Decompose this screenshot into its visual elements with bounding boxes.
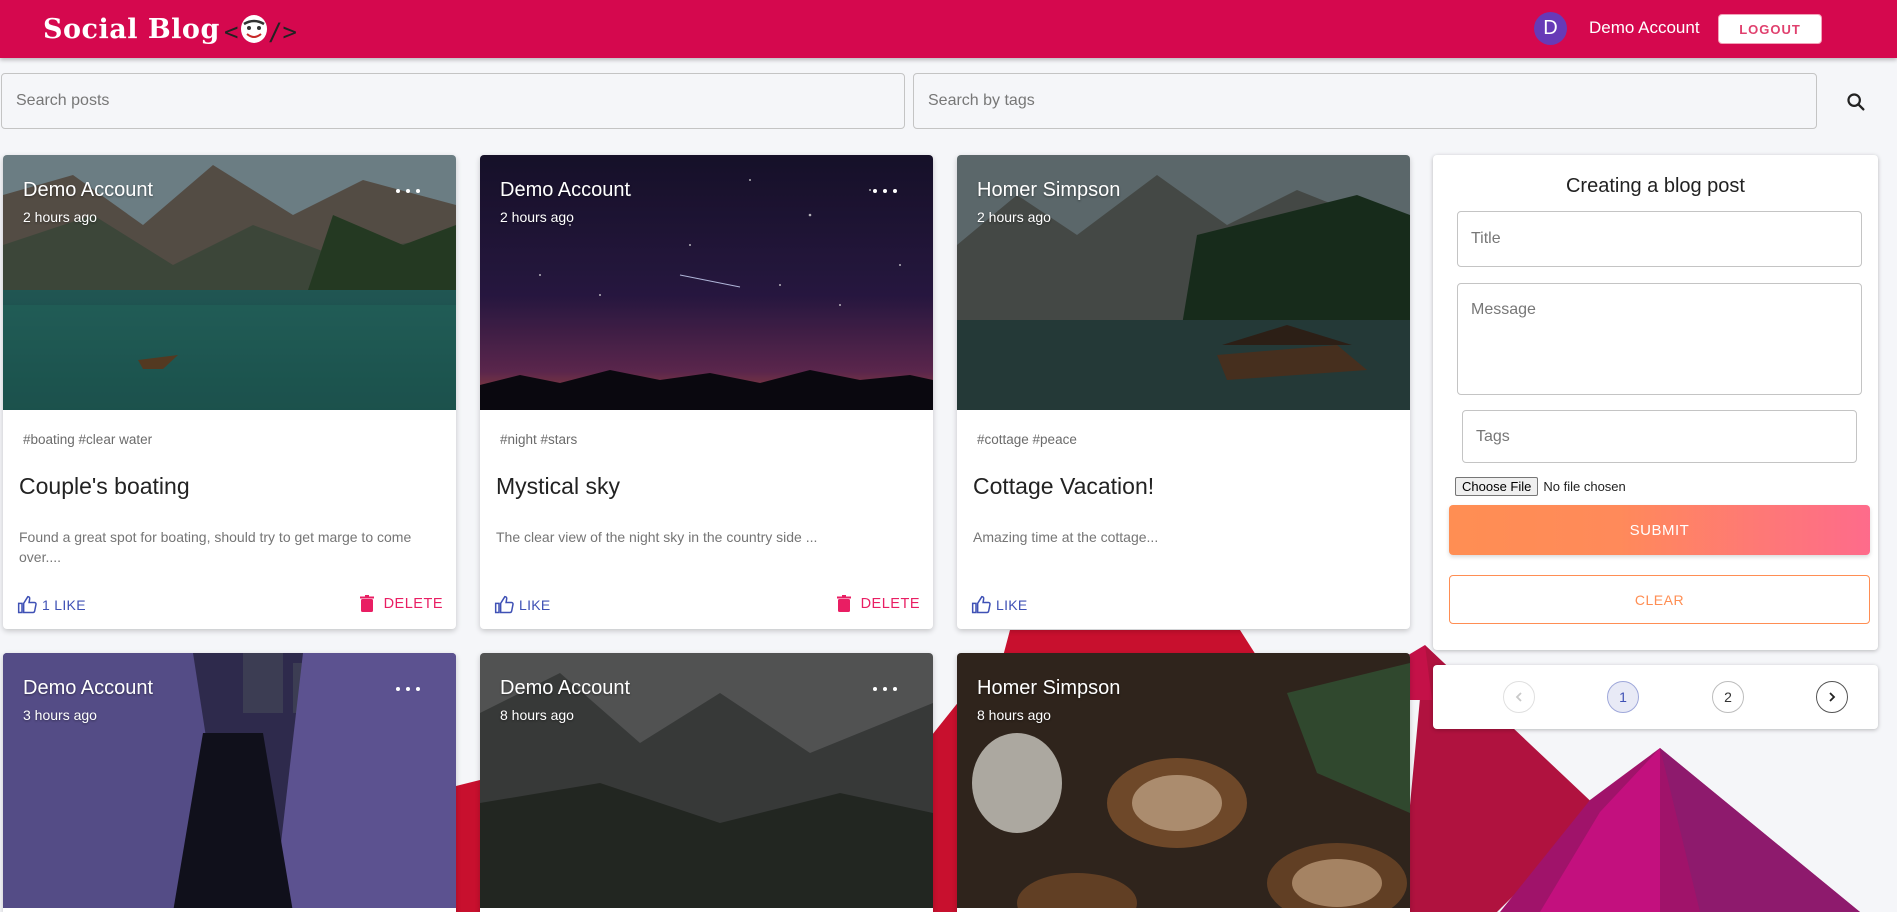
svg-text:<: < bbox=[224, 18, 238, 46]
previous-page-button[interactable] bbox=[1503, 681, 1535, 713]
pagination: 1 2 bbox=[1433, 665, 1878, 729]
post-author: Demo Account bbox=[500, 179, 631, 201]
post-message: Amazing time at the cottage... bbox=[973, 529, 1159, 545]
chevron-left-icon bbox=[1515, 692, 1522, 702]
post-title: Cottage Vacation! bbox=[973, 473, 1155, 499]
post-time: 2 hours ago bbox=[977, 209, 1051, 225]
delete-label: DELETE bbox=[383, 595, 443, 612]
post-author: Homer Simpson bbox=[977, 179, 1121, 201]
choose-file-button[interactable]: Choose File bbox=[1455, 477, 1539, 496]
post-time: 3 hours ago bbox=[23, 707, 97, 723]
app-bar: Social Blog < /> D Demo Account LOGOUT bbox=[0, 0, 1897, 58]
svg-text:/>: /> bbox=[268, 18, 297, 46]
post-card: Homer Simpson 2 hours ago #cottage #peac… bbox=[957, 155, 1410, 629]
post-title: Mystical sky bbox=[496, 473, 620, 499]
trash-icon bbox=[836, 595, 851, 612]
post-time: 8 hours ago bbox=[500, 707, 574, 723]
thumb-up-icon bbox=[494, 595, 514, 614]
create-post-form: Creating a blog post Choose File No file… bbox=[1433, 155, 1878, 650]
brand-logo-icon: < /> bbox=[224, 15, 297, 46]
brand-title: Social Blog bbox=[43, 13, 220, 45]
search-button[interactable] bbox=[1838, 84, 1874, 120]
post-message: The clear view of the night sky in the c… bbox=[496, 529, 818, 545]
post-card: Demo Account 3 hours ago bbox=[3, 653, 456, 912]
more-options-button[interactable] bbox=[396, 185, 420, 197]
title-field[interactable] bbox=[1457, 211, 1862, 267]
page-button-1[interactable]: 1 bbox=[1607, 681, 1639, 713]
post-time: 8 hours ago bbox=[977, 707, 1051, 723]
more-options-button[interactable] bbox=[873, 185, 897, 197]
logout-button[interactable]: LOGOUT bbox=[1718, 14, 1822, 44]
post-author: Demo Account bbox=[23, 179, 154, 201]
clear-button[interactable]: CLEAR bbox=[1449, 575, 1870, 624]
tags-field[interactable] bbox=[1462, 410, 1857, 463]
search-tags-input[interactable] bbox=[913, 73, 1817, 129]
file-status: No file chosen bbox=[1543, 479, 1626, 494]
post-tags: #boating #clear water bbox=[23, 432, 153, 447]
like-label: LIKE bbox=[519, 597, 551, 613]
delete-label: DELETE bbox=[860, 595, 920, 612]
search-icon bbox=[1847, 93, 1865, 111]
post-title: Couple's boating bbox=[19, 473, 190, 499]
submit-button[interactable]: SUBMIT bbox=[1449, 505, 1870, 555]
delete-button[interactable]: DELETE bbox=[359, 595, 443, 612]
post-author: Homer Simpson bbox=[977, 677, 1121, 699]
thumb-up-icon bbox=[17, 595, 37, 614]
post-tags: #cottage #peace bbox=[977, 432, 1077, 447]
avatar[interactable]: D bbox=[1534, 12, 1567, 45]
post-author: Demo Account bbox=[500, 677, 631, 699]
post-time: 2 hours ago bbox=[500, 209, 574, 225]
like-button[interactable]: LIKE bbox=[494, 595, 551, 615]
more-options-button[interactable] bbox=[873, 683, 897, 695]
chevron-right-icon bbox=[1829, 692, 1836, 702]
user-name: Demo Account bbox=[1589, 18, 1700, 37]
file-input: Choose File No file chosen bbox=[1455, 477, 1626, 496]
next-page-button[interactable] bbox=[1816, 681, 1848, 713]
trash-icon bbox=[359, 595, 374, 612]
post-card: Demo Account 2 hours ago #night #stars M… bbox=[480, 155, 933, 629]
form-title: Creating a blog post bbox=[1565, 175, 1745, 197]
post-card: Homer Simpson 8 hours ago bbox=[957, 653, 1410, 912]
message-field[interactable] bbox=[1457, 283, 1862, 395]
like-label: 1 LIKE bbox=[42, 597, 86, 613]
like-button[interactable]: LIKE bbox=[971, 595, 1028, 615]
like-label: LIKE bbox=[996, 597, 1028, 613]
thumb-up-icon bbox=[971, 595, 991, 614]
delete-button[interactable]: DELETE bbox=[836, 595, 920, 612]
post-tags: #night #stars bbox=[500, 432, 578, 447]
page-button-2[interactable]: 2 bbox=[1712, 681, 1744, 713]
post-author: Demo Account bbox=[23, 677, 154, 699]
post-card: Demo Account 2 hours ago #boating #clear… bbox=[3, 155, 456, 629]
post-time: 2 hours ago bbox=[23, 209, 97, 225]
like-button[interactable]: 1 LIKE bbox=[17, 595, 86, 615]
brand[interactable]: Social Blog < /> bbox=[43, 6, 300, 52]
post-message: Found a great spot for boating, should t… bbox=[19, 529, 412, 565]
post-card: Demo Account 8 hours ago bbox=[480, 653, 933, 912]
search-posts-input[interactable] bbox=[1, 73, 905, 129]
more-options-button[interactable] bbox=[396, 683, 420, 695]
